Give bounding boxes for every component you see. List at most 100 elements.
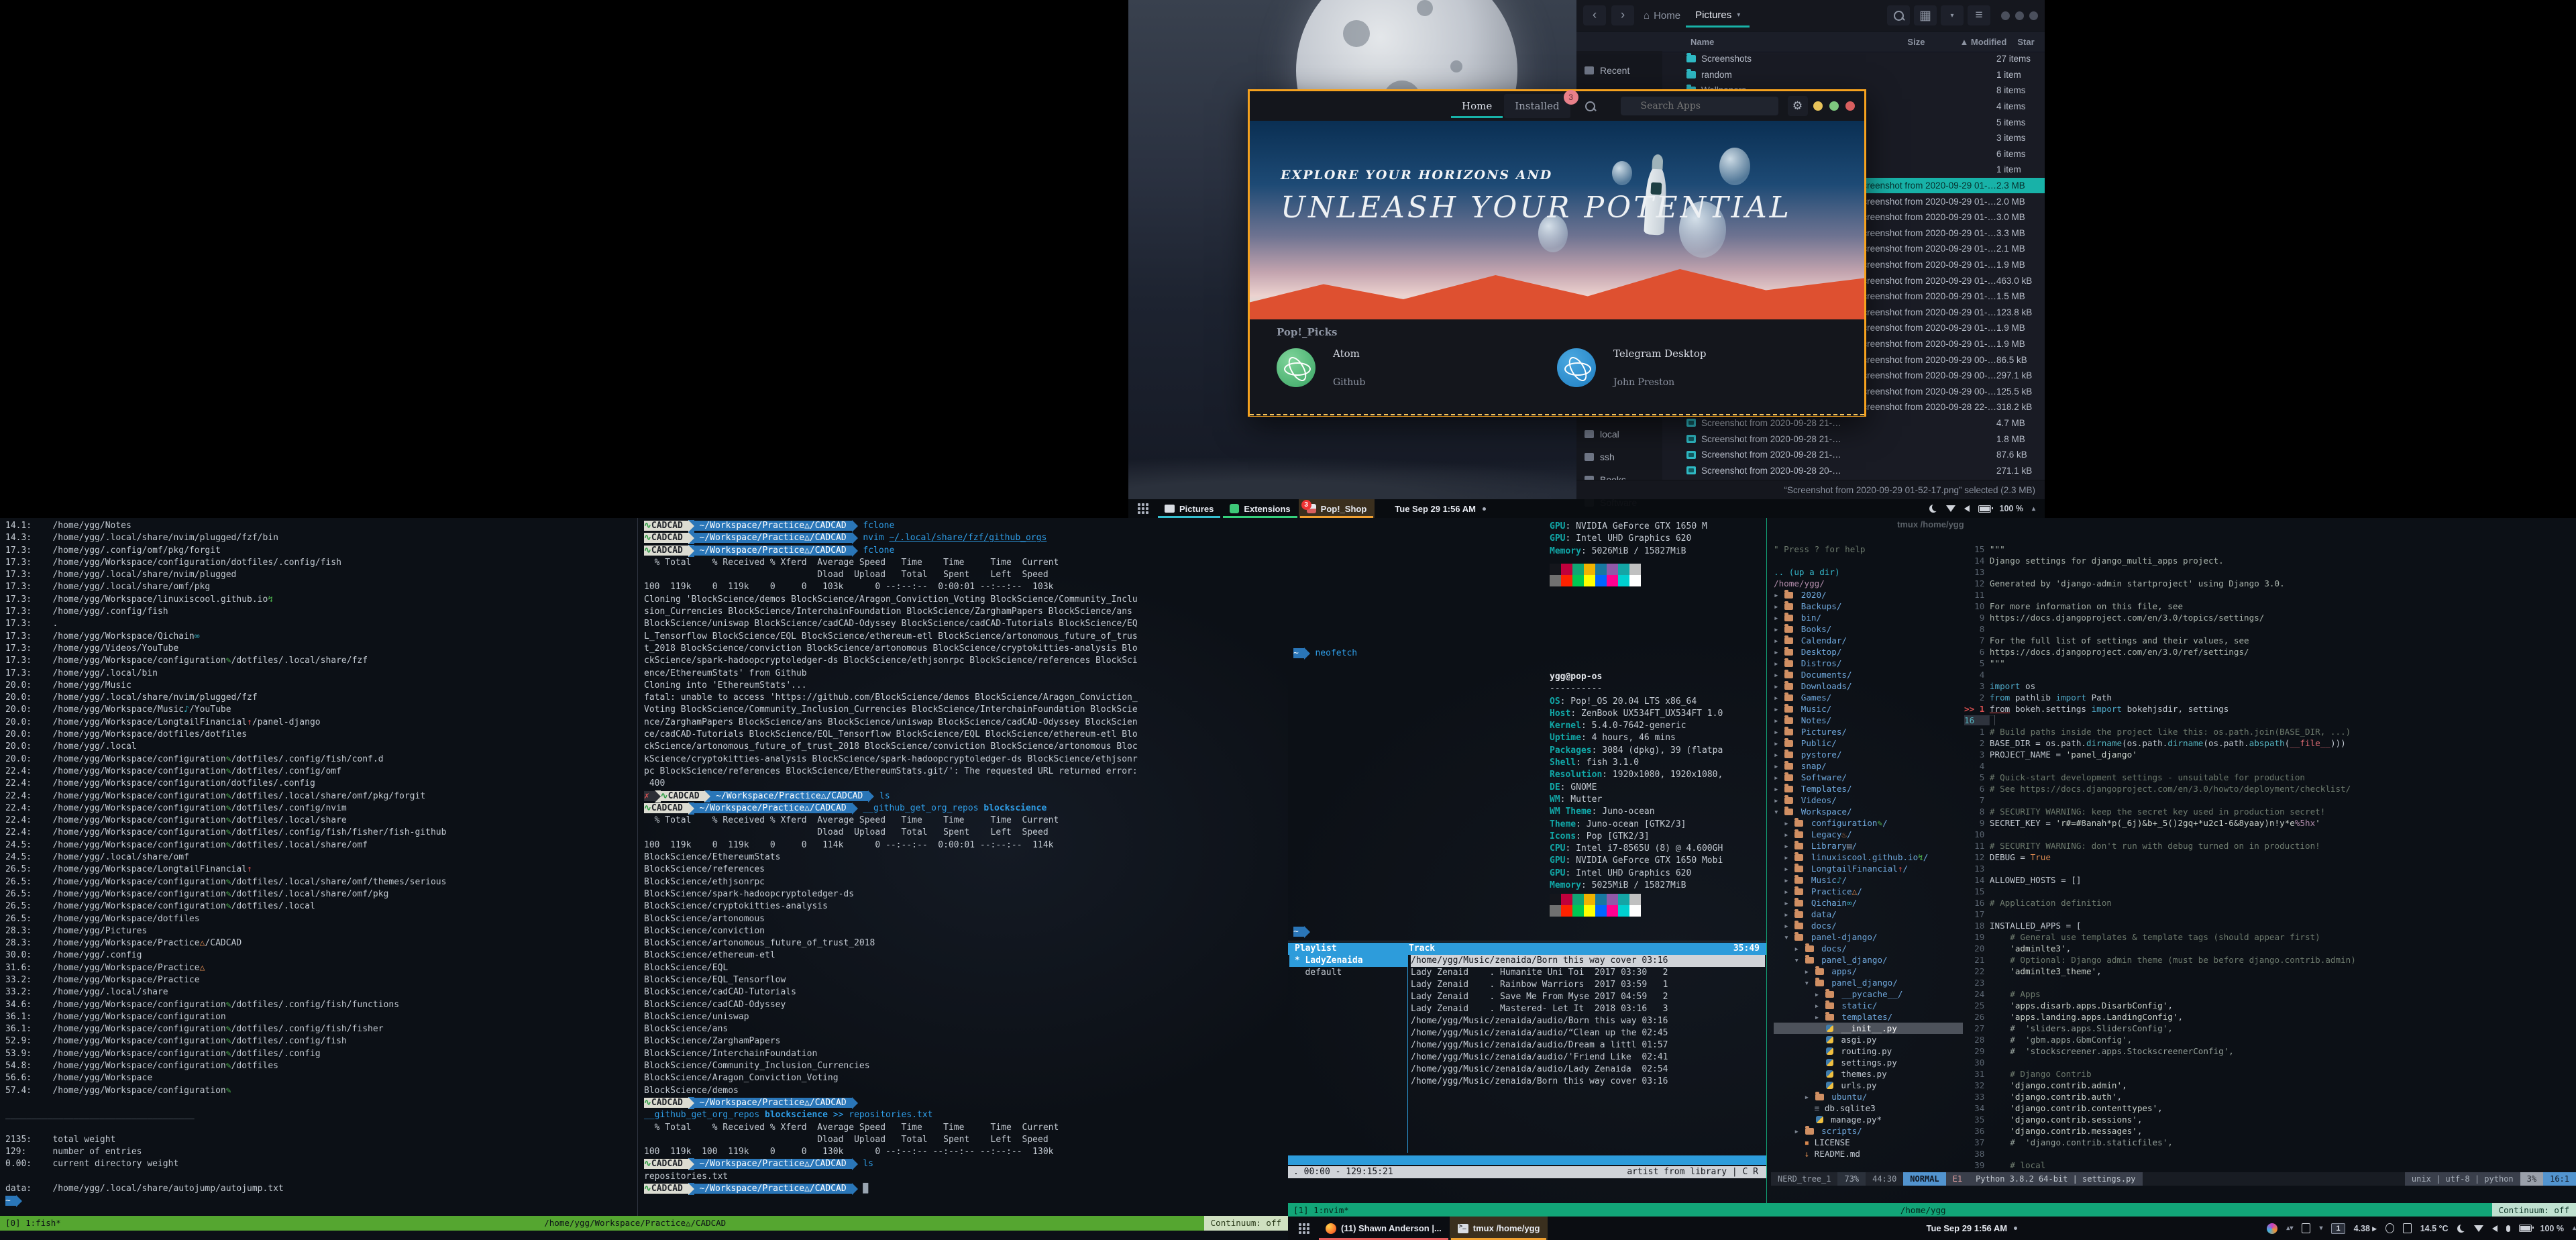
battery-icon[interactable]: [1978, 505, 1991, 513]
column-modified-sort[interactable]: ▲ Modified: [1960, 37, 2006, 47]
terminal-line: 14 Django settings for django_multi_apps…: [1964, 555, 2575, 566]
back-button[interactable]: ‹: [1583, 5, 1606, 25]
tmux-statusbar-0[interactable]: [0] 1:fish* /home/ygg/Workspace/Practice…: [0, 1216, 1288, 1231]
cmus-progressbar[interactable]: [1288, 1155, 1766, 1165]
vim-editor[interactable]: 15 """ 14 Django settings for django_mul…: [1964, 544, 2575, 1172]
terminal-line: 20 'adminlte3',: [1964, 943, 2575, 954]
volume-icon[interactable]: [2492, 1225, 2498, 1232]
view-options-button[interactable]: ▾: [1941, 5, 1964, 25]
sidebar-item[interactable]: Recent: [1576, 59, 1662, 82]
wifi-icon[interactable]: [1946, 505, 1955, 512]
terminal-line: % Total % Received % Xferd Average Speed…: [644, 557, 1285, 569]
taskbar-window-button[interactable]: 3 Pop!_Shop: [1299, 499, 1375, 518]
clipboard-icon[interactable]: [2302, 1223, 2310, 1233]
app-grid-icon[interactable]: [1299, 1223, 1309, 1234]
file-row[interactable]: Screenshot from 2020-09-28 21-… 87.6 kB …: [1662, 447, 2045, 463]
terminal-line: 28.3: /home/ygg/Workspace/Practice△/CADC…: [5, 937, 636, 949]
pop-shop-window[interactable]: Home Installed 3 ⚙ EXPLORE YOUR HORIZONS…: [1248, 89, 1866, 417]
terminal-line: BlockScience/cadCAD-Tutorials: [644, 986, 1285, 998]
search-input[interactable]: [1621, 97, 1778, 115]
terminal-line: Theme: Juno-ocean [GTK2/3]: [1550, 819, 1723, 831]
terminal-line: t_2018 BlockScience/conviction BlockScie…: [644, 643, 1285, 655]
gear-icon[interactable]: ⚙: [1788, 96, 1808, 116]
sidebar-item[interactable]: local: [1576, 423, 1662, 446]
tab-installed[interactable]: Installed 3: [1504, 94, 1570, 118]
file-row[interactable]: Screenshot from 2020-09-28 21-… 4.7 MB Y…: [1662, 415, 2045, 431]
terminal-line: BlockScience/artonomous: [644, 913, 1285, 925]
terminal-line: BlockScience/ethjsonrpc: [644, 876, 1285, 888]
file-row[interactable]: random 1 item Thu ☆: [1662, 67, 2045, 83]
taskbar-window-button[interactable]: tmux /home/ygg: [1450, 1217, 1548, 1240]
terminal-line: 33 'django.contrib.auth',: [1964, 1091, 2575, 1102]
tmux-window-list[interactable]: [0] 1:fish*: [0, 1216, 66, 1231]
copyq-icon[interactable]: [2403, 1223, 2412, 1233]
file-row[interactable]: Screenshot from 2020-09-28 21-… 1.8 MB Y…: [1662, 431, 2045, 447]
night-light-icon[interactable]: [1929, 505, 1937, 513]
file-name: Screenshot from 2020-09-28 21-…: [1701, 450, 1996, 460]
terminal-line: 37 # 'django.contrib.staticfiles',: [1964, 1137, 2575, 1148]
breadcrumb-home[interactable]: ⌂Home: [1644, 10, 1680, 21]
menu-button[interactable]: ≡: [1968, 5, 1990, 25]
clock[interactable]: Tue Sep 29 1:56 AM: [1926, 1223, 2017, 1233]
clock[interactable]: Tue Sep 29 1:56 AM: [1395, 504, 1486, 514]
file-size: 1.9 MB: [1996, 323, 2045, 333]
microphone-icon[interactable]: [2506, 1225, 2510, 1232]
terminal-line: [1774, 555, 1963, 566]
nerdtree-pane[interactable]: " Press ? for help.. (up a dir)/home/ygg…: [1774, 544, 1963, 1172]
shell-prompt: ~: [1293, 926, 1310, 938]
pane-divider[interactable]: [1766, 518, 1767, 1203]
tab-home[interactable]: Home: [1451, 94, 1503, 118]
shop-banner[interactable]: EXPLORE YOUR HORIZONS AND UNLEASH YOUR P…: [1250, 121, 1864, 319]
cmus-tracks[interactable]: /home/ygg/Music/zenaida/Born this way co…: [1411, 955, 1765, 1088]
tmux-session-1[interactable]: GPU: NVIDIA GeForce GTX 1650 MGPU: Intel…: [1288, 518, 2576, 1240]
tmux-window-list[interactable]: [1] 1:nvim*: [1288, 1203, 1354, 1218]
autojump-pane[interactable]: 14.1: /home/ygg/Notes14.3: /home/ygg/.lo…: [5, 520, 636, 1208]
terminal-line: 25 'apps.disarb.apps.DisarbConfig',: [1964, 1000, 2575, 1011]
terminal-line: BlockScience/uniswap: [644, 1011, 1285, 1023]
workspace-indicator[interactable]: 1: [2331, 1223, 2345, 1234]
taskbar-window-button[interactable]: Pictures: [1157, 499, 1222, 518]
terminal-line: ▸ Downloads/: [1774, 680, 1963, 692]
terminal-line: % Total % Received % Xferd Average Speed…: [644, 1122, 1285, 1134]
tmux-statusbar-1[interactable]: [1] 1:nvim* /home/ygg Continuum: off: [1288, 1203, 2576, 1218]
window-controls[interactable]: [2001, 11, 2038, 20]
app-card[interactable]: Atom Github: [1277, 348, 1557, 388]
chevron-up-icon: ▴: [2573, 1225, 2576, 1232]
tmux-session-0[interactable]: 14.1: /home/ygg/Notes14.3: /home/ygg/.lo…: [0, 518, 1288, 1240]
terminal-line: ▸ linuxiscool.github.io↯/: [1774, 851, 1963, 863]
taskbar-window-button[interactable]: Extensions: [1222, 499, 1298, 518]
palette-swatch: [1595, 894, 1607, 905]
app-card[interactable]: Telegram Desktop John Preston: [1557, 348, 1837, 388]
pomodoro-icon[interactable]: [2385, 1223, 2394, 1233]
pane-divider[interactable]: [637, 518, 638, 1216]
battery-icon[interactable]: [2519, 1225, 2532, 1232]
sidebar-item[interactable]: ssh: [1576, 446, 1662, 468]
app-grid-icon[interactable]: [1138, 503, 1148, 514]
file-row[interactable]: Screenshot from 2020-09-28 20-… 271.1 kB…: [1662, 462, 2045, 478]
file-row[interactable]: Screenshots 27 items 12:57 AM ☆: [1662, 51, 2045, 67]
file-icon: [1686, 419, 1696, 427]
forward-button[interactable]: ›: [1611, 5, 1634, 25]
night-light-icon[interactable]: [2457, 1225, 2465, 1233]
battery-percent: 100 %: [2000, 504, 2023, 513]
system-tray[interactable]: ▴▾ ▾ 1 4.38 ▸ 14.5 °C 100 % ▴: [2267, 1223, 2576, 1234]
terminal-line: ▾ panel-django/: [1774, 931, 1963, 943]
terminal-line: WM Theme: Juno-ocean: [1550, 806, 1723, 818]
search-button[interactable]: [1887, 5, 1910, 25]
shop-window-controls[interactable]: [1813, 101, 1858, 111]
file-size: 86.5 kB: [1996, 355, 2045, 365]
tmux-window-title: tmux /home/ygg: [1897, 519, 1964, 529]
fish-shell-pane[interactable]: ∿CADCAD ~/Workspace/Practice△/CADCAD fcl…: [644, 520, 1285, 1195]
breadcrumb-pictures[interactable]: Pictures▾: [1686, 4, 1750, 28]
taskbar-window-button[interactable]: (11) Shawn Anderson |...: [1318, 1217, 1450, 1240]
wifi-icon[interactable]: [2474, 1225, 2483, 1232]
system-tray[interactable]: 100 % ▴: [1929, 504, 2041, 513]
cmus-playlists[interactable]: * LadyZenaida default: [1289, 955, 1407, 979]
app-indicator-icon[interactable]: [2267, 1223, 2277, 1234]
shell-prompt: ~ neofetch: [1293, 648, 1357, 660]
column-headers[interactable]: Name Size ▲ Modified Star: [1576, 32, 2045, 52]
cmus-header: Playlist Track 35:49: [1288, 943, 1766, 955]
palette-swatch: [1607, 894, 1618, 905]
view-grid-button[interactable]: ▦: [1914, 5, 1937, 25]
volume-icon[interactable]: [1964, 505, 1970, 512]
